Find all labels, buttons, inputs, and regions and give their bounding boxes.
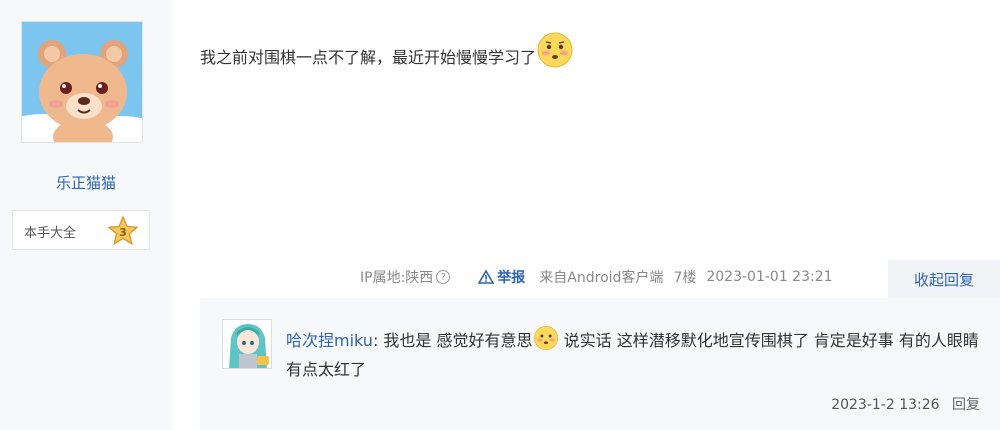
star-badge-icon: 3 (107, 215, 139, 246)
client-source: 来自Android客户端 (539, 270, 664, 286)
anime-girl-avatar-icon (223, 320, 271, 368)
warning-triangle-icon (478, 270, 495, 284)
post-text: 我之前对围棋一点不了解，最近开始慢慢学习了 (200, 48, 537, 67)
reply-content: 哈次捏miku: 我也是 感觉好有意思 说实话 这样潜移默化地宣传围棋了 肯定是… (286, 325, 986, 384)
collapse-reply-button[interactable]: 收起回复 (888, 260, 1000, 298)
reply-button[interactable]: 回复 (952, 397, 980, 413)
reply-text-part1: 我也是 感觉好有意思 (378, 331, 533, 350)
post-timestamp: 2023-01-01 23:21 (706, 269, 833, 285)
author-sidebar: 乐正猫猫 本手大全 3 (0, 0, 172, 430)
report-link[interactable]: 举报 (478, 267, 525, 287)
reply-username[interactable]: 哈次捏miku (286, 331, 373, 350)
author-username[interactable]: 乐正猫猫 (0, 172, 172, 193)
question-circle-icon[interactable]: ? (436, 270, 451, 284)
floor-number: 7楼 (673, 270, 697, 286)
reply-avatar[interactable] (222, 319, 272, 369)
reply-section: 哈次捏miku: 我也是 感觉好有意思 说实话 这样潜移默化地宣传围棋了 肯定是… (200, 298, 1000, 430)
rank-badge[interactable]: 本手大全 3 (12, 210, 150, 250)
bear-avatar-icon (22, 22, 142, 142)
reply-timestamp: 2023-1-2 13:26 (831, 397, 940, 413)
post-meta-bar: IP属地:陕西? 举报 来自Android客户端 7楼 2023-01-01 2… (360, 266, 847, 288)
ip-location: IP属地:陕西? (360, 267, 464, 287)
post-content: 我之前对围棋一点不了解，最近开始慢慢学习了 (200, 32, 574, 69)
rank-title: 本手大全 (24, 226, 77, 241)
reply-footer: 2023-1-2 13:26 回复 (831, 394, 980, 414)
rank-level: 3 (119, 226, 127, 239)
shy-face-emoji-icon (537, 32, 573, 67)
author-avatar[interactable] (21, 21, 143, 143)
shy-face-emoji-icon (533, 325, 558, 350)
